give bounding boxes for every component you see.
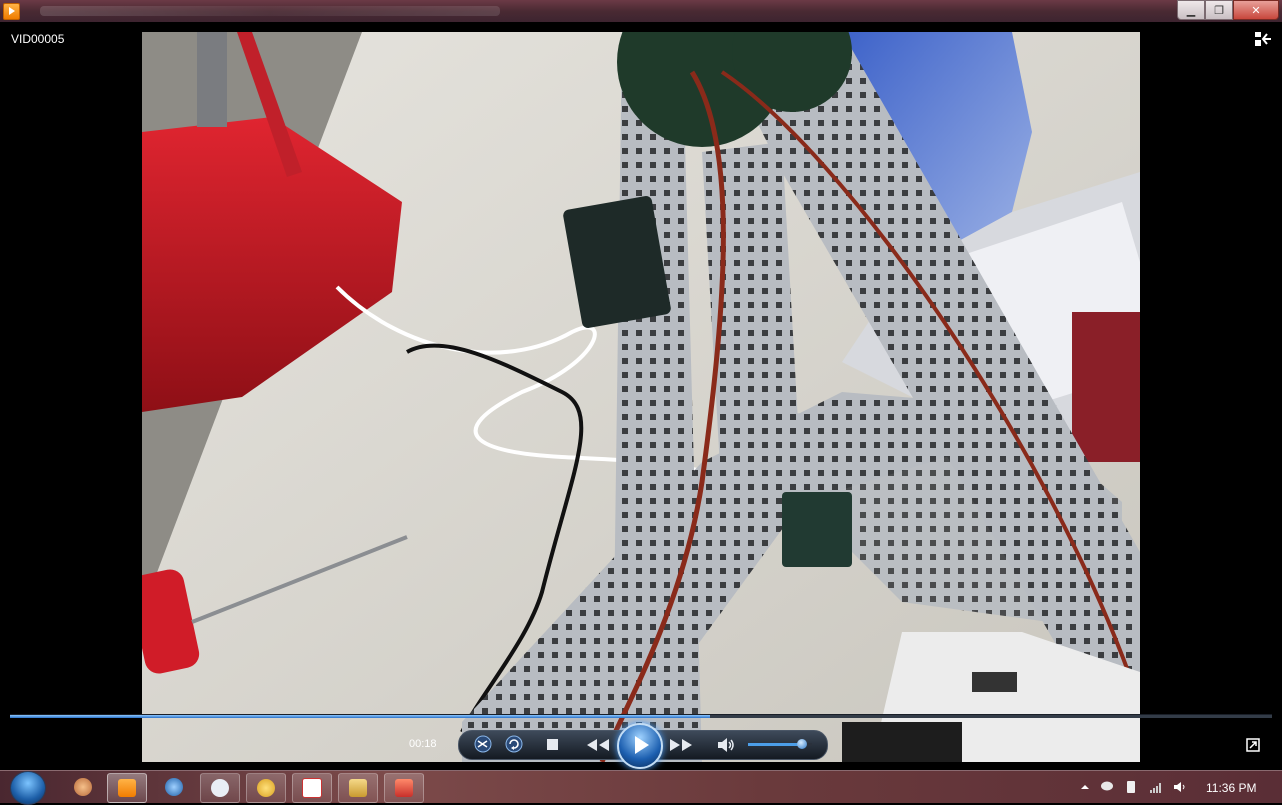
seek-bar[interactable] <box>10 714 1272 718</box>
browser-icon <box>165 778 183 796</box>
paint-icon <box>74 778 92 796</box>
media-player-icon <box>118 779 136 797</box>
speaker-icon[interactable] <box>716 736 736 754</box>
restore-button[interactable]: ❐ <box>1205 0 1233 20</box>
chat-bubble-icon[interactable] <box>1100 780 1114 794</box>
elapsed-time: 00:18 <box>409 738 437 750</box>
folder-icon <box>349 779 367 797</box>
previous-icon[interactable] <box>585 737 611 753</box>
stop-icon[interactable] <box>546 738 559 751</box>
seek-bar-progress <box>10 715 711 718</box>
chat-icon <box>211 779 229 797</box>
repeat-icon[interactable] <box>505 735 523 753</box>
volume-icon[interactable] <box>1173 780 1187 794</box>
next-icon[interactable] <box>668 737 694 753</box>
app-icon <box>395 779 413 797</box>
taskbar-explorer[interactable] <box>338 773 378 803</box>
window-title-bar-area <box>40 6 500 16</box>
volume-level <box>748 743 803 746</box>
switch-to-library-icon[interactable] <box>1254 30 1272 48</box>
network-icon[interactable] <box>1149 780 1163 794</box>
taskbar-app-easy[interactable] <box>292 773 332 803</box>
taskbar-app-red[interactable] <box>384 773 424 803</box>
play-icon[interactable] <box>617 723 663 769</box>
player-area: VID00005 00:18 <box>0 22 1282 770</box>
video-frame[interactable] <box>142 32 1140 762</box>
volume-slider[interactable] <box>748 739 812 749</box>
taskbar-clock[interactable]: 11:36 PM <box>1206 781 1256 795</box>
usb-icon[interactable] <box>1124 780 1138 794</box>
minimize-button[interactable]: ▁ <box>1177 0 1205 20</box>
taskbar-media-player[interactable] <box>107 773 147 803</box>
fullscreen-icon[interactable] <box>1246 738 1260 752</box>
shuffle-icon[interactable] <box>474 735 492 753</box>
windows-start-orb[interactable] <box>10 771 46 805</box>
window-controls: ▁ ❐ ✕ <box>1177 0 1279 20</box>
taskbar-messenger[interactable] <box>200 773 240 803</box>
taskbar-paint[interactable] <box>64 773 102 801</box>
app-icon <box>302 778 322 798</box>
window-titlebar: ▁ ❐ ✕ <box>0 0 1282 22</box>
winamp-icon <box>257 779 275 797</box>
close-button[interactable]: ✕ <box>1233 0 1279 20</box>
show-hidden-icon[interactable] <box>1078 780 1092 794</box>
media-player-app-icon[interactable] <box>3 3 20 20</box>
taskbar-browser[interactable] <box>155 773 193 801</box>
video-title: VID00005 <box>11 32 65 46</box>
taskbar: 11:36 PM <box>0 770 1282 805</box>
taskbar-winamp[interactable] <box>246 773 286 803</box>
